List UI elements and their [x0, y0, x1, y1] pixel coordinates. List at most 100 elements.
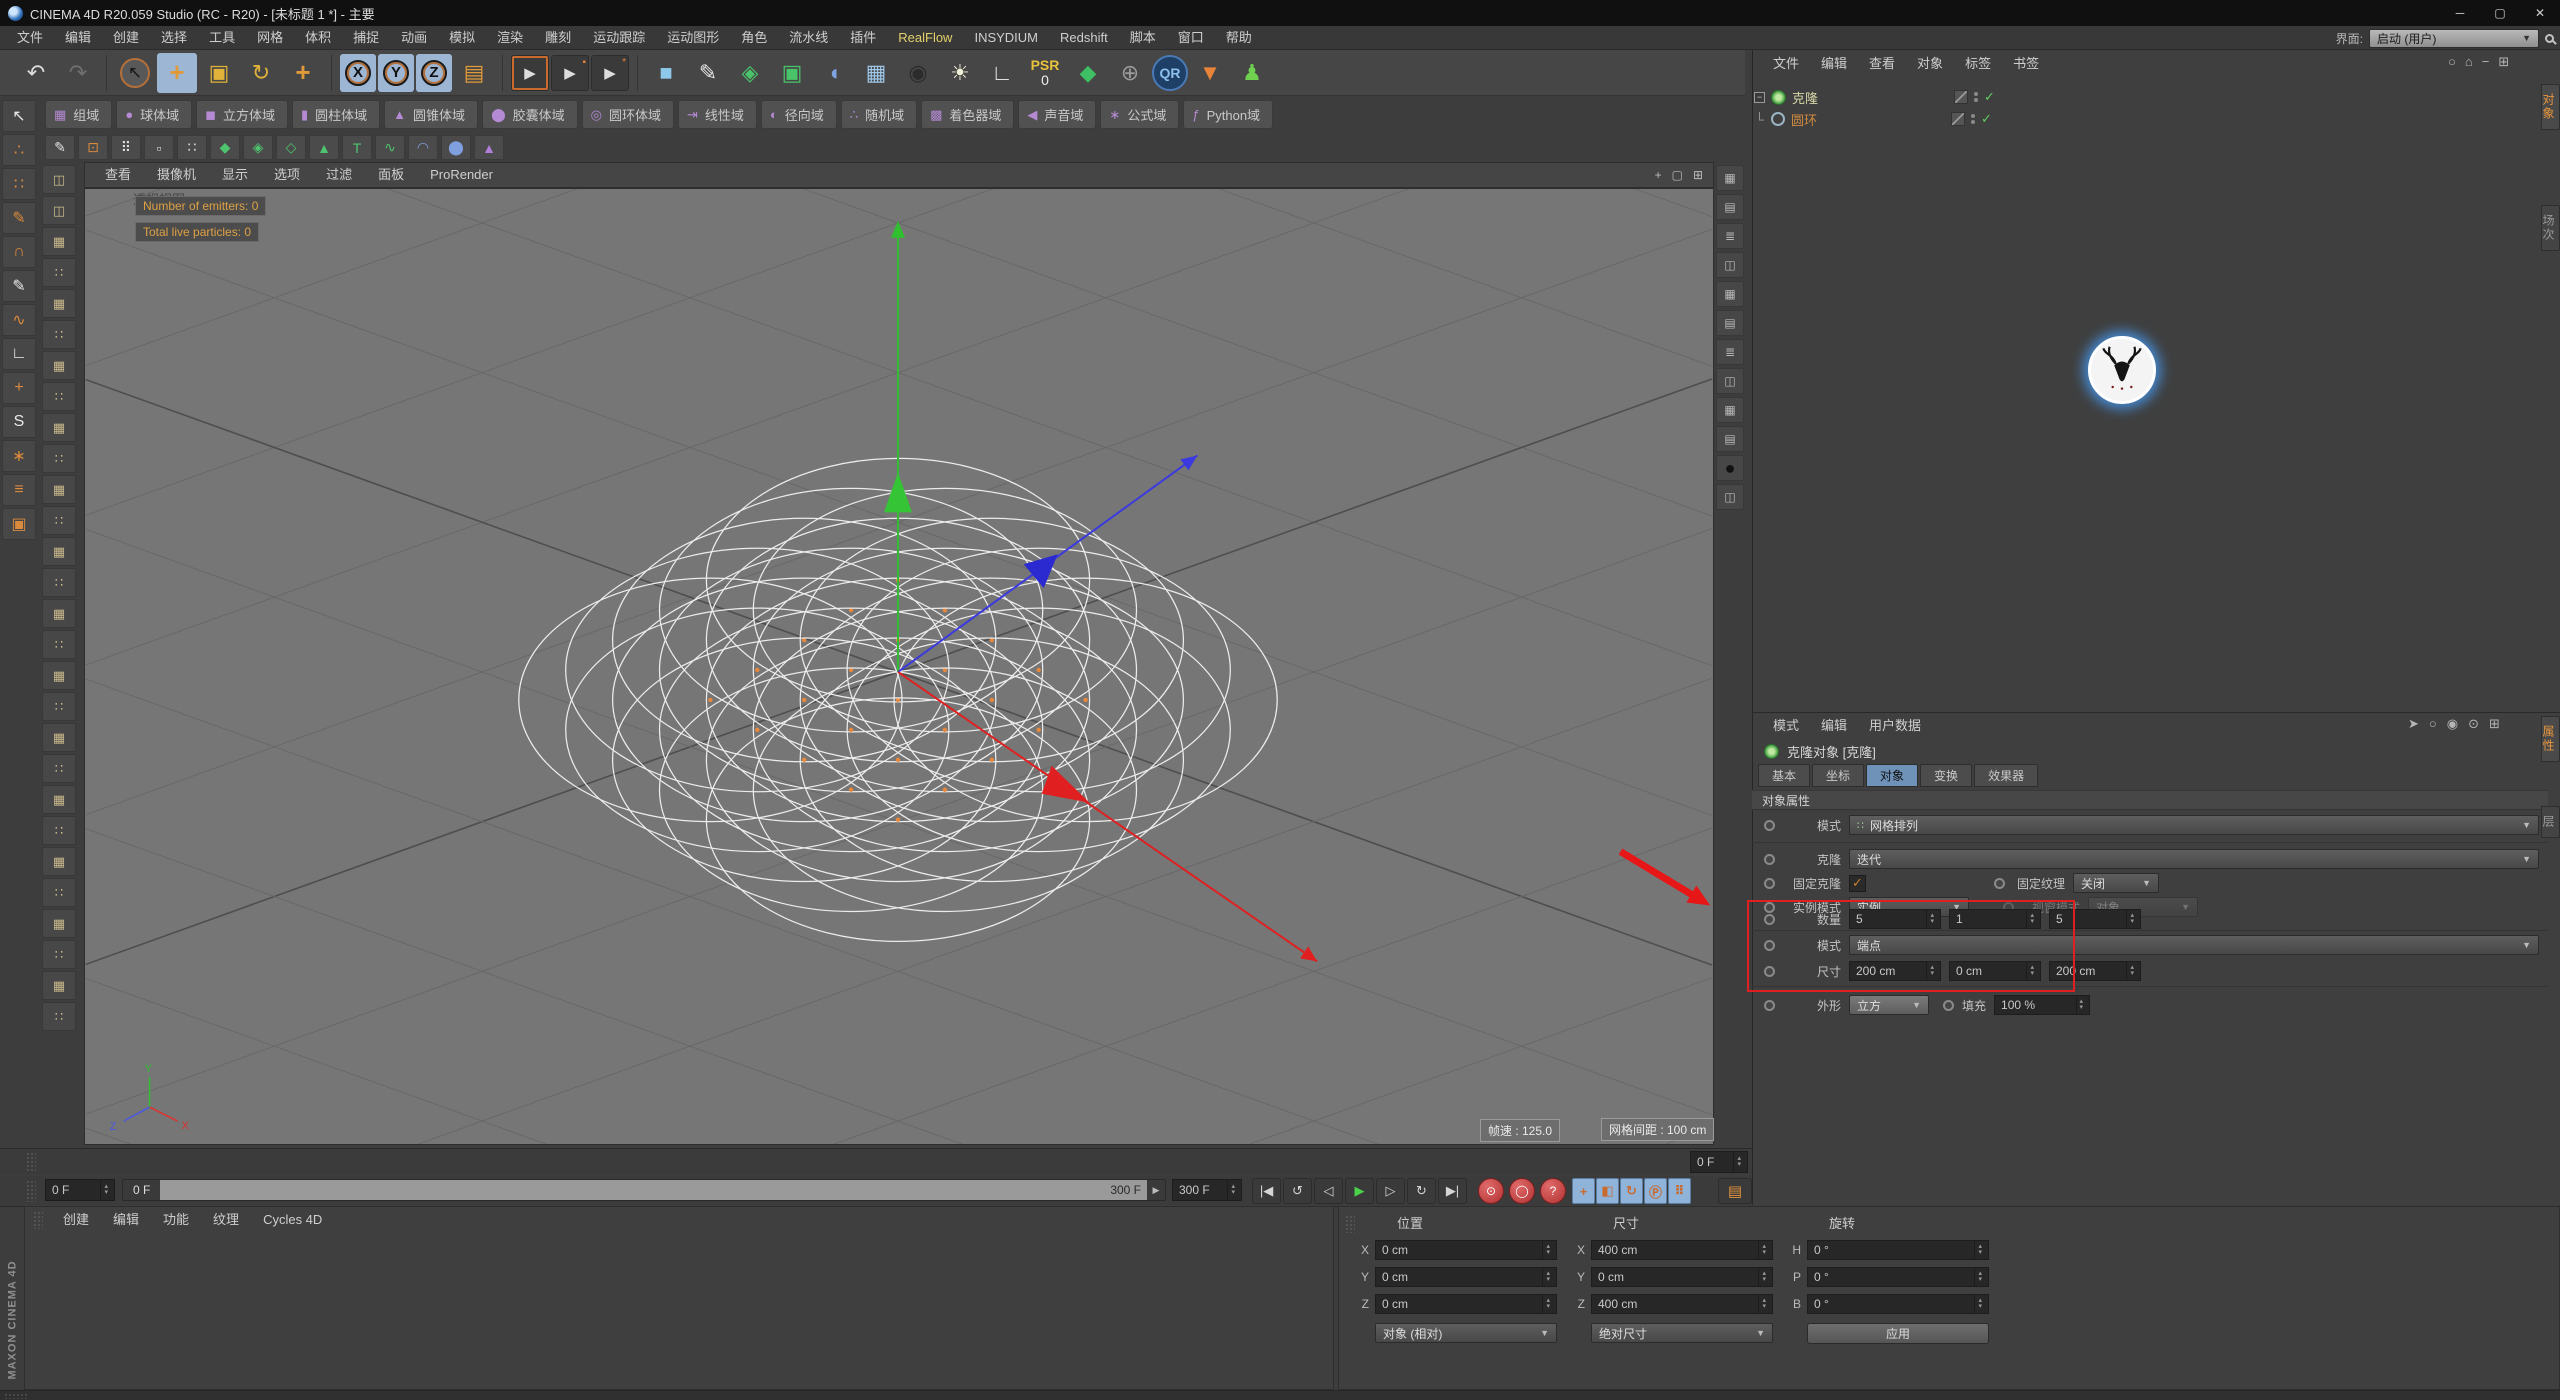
- layer-tag-icon[interactable]: [1954, 90, 1969, 104]
- key-pla-button[interactable]: ⠿: [1668, 1178, 1691, 1204]
- redo-icon[interactable]: ↷: [58, 53, 98, 93]
- stepper-icon[interactable]: ▴ ▾: [2075, 996, 2083, 1014]
- axis-x-lock-icon[interactable]: X: [340, 53, 376, 92]
- fix-clone-checkbox[interactable]: ✓: [1849, 874, 1866, 892]
- field-button-0[interactable]: ▦ 组域: [45, 100, 113, 129]
- coord-field-1-2[interactable]: 400 cm ▴ ▾: [1591, 1294, 1773, 1314]
- coord-mode-dropdown-1[interactable]: 绝对尺寸 ▼: [1591, 1323, 1773, 1343]
- autokeying-button[interactable]: ◯: [1509, 1178, 1535, 1204]
- attribute-tab-变换[interactable]: 变换: [1920, 764, 1973, 787]
- render-picture-viewer-icon[interactable]: ▶ ▪: [551, 54, 589, 91]
- viewport-menu-6[interactable]: ProRender: [418, 163, 505, 187]
- minus-icon[interactable]: −: [2482, 54, 2490, 70]
- menubar-item-10[interactable]: 渲染: [486, 26, 534, 50]
- side-strip-icon-11[interactable]: ◫: [1716, 484, 1744, 510]
- cube-primitive-icon[interactable]: ■: [646, 53, 686, 93]
- visibility-dots-icon[interactable]: [1971, 114, 1976, 124]
- stepper-icon[interactable]: ▴ ▾: [1974, 1295, 1982, 1313]
- menubar-item-2[interactable]: 创建: [102, 26, 150, 50]
- realflow-character-icon[interactable]: ♟: [1232, 53, 1272, 93]
- side-strip-icon-8[interactable]: ▦: [1716, 397, 1744, 423]
- field-button-11[interactable]: ◀ 声音域: [1018, 100, 1097, 129]
- mode-palette-icon-18[interactable]: ▦: [42, 723, 76, 752]
- modeling-tool-icon-0[interactable]: ✎: [45, 135, 75, 160]
- am-menu-0[interactable]: 模式: [1762, 714, 1810, 738]
- modeling-tool-icon-9[interactable]: T: [342, 135, 372, 160]
- axis-z-lock-icon[interactable]: Z: [416, 53, 452, 92]
- modeling-tool-icon-2[interactable]: ⠿: [111, 135, 141, 160]
- modeling-tool-icon-7[interactable]: ◇: [276, 135, 306, 160]
- menubar-item-19[interactable]: Redshift: [1049, 26, 1119, 50]
- move-tool-icon[interactable]: +: [157, 52, 197, 93]
- range-end-arrow-icon[interactable]: ▶: [1147, 1180, 1165, 1200]
- axis-y-lock-icon[interactable]: Y: [378, 53, 414, 92]
- stepper-icon[interactable]: ▴ ▾: [1758, 1268, 1766, 1286]
- modeling-tool-icon-10[interactable]: ∿: [375, 135, 405, 160]
- mode-palette-icon-14[interactable]: ▦: [42, 599, 76, 628]
- coord-field-0-2[interactable]: 0 cm ▴ ▾: [1375, 1294, 1557, 1314]
- drag-handle[interactable]: [33, 1211, 43, 1229]
- goto-end-button[interactable]: ▶|: [1438, 1178, 1467, 1204]
- search-icon[interactable]: ○: [2429, 716, 2437, 732]
- key-position-button[interactable]: +: [1572, 1178, 1595, 1204]
- psr-indicator[interactable]: PSR 0: [1024, 53, 1066, 93]
- box-tool-icon[interactable]: ▣: [2, 508, 36, 540]
- viewport-menu-2[interactable]: 显示: [210, 163, 260, 187]
- side-strip-icon-6[interactable]: ≣: [1716, 339, 1744, 365]
- sculpt-dots-icon[interactable]: ∴: [2, 134, 36, 166]
- panel-divider[interactable]: [1752, 712, 2560, 713]
- menubar-item-3[interactable]: 选择: [150, 26, 198, 50]
- stepper-icon[interactable]: ▴ ▾: [100, 1180, 108, 1200]
- mode-palette-icon-0[interactable]: ◫: [42, 165, 76, 194]
- live-selection-icon[interactable]: ↖: [115, 53, 155, 93]
- array-generator-icon[interactable]: ▣: [772, 53, 812, 93]
- lock-icon[interactable]: ◉: [2447, 716, 2458, 732]
- interface-dropdown[interactable]: 启动 (用户) ▼: [2369, 28, 2539, 48]
- motion-clip-icon[interactable]: ▤: [1718, 1178, 1752, 1204]
- viewport-menu-3[interactable]: 选项: [262, 163, 312, 187]
- pan-view-icon[interactable]: +: [1655, 168, 1662, 182]
- mode-palette-icon-13[interactable]: ∷: [42, 568, 76, 597]
- key-rotation-button[interactable]: ↻: [1620, 1178, 1643, 1204]
- pen-tool-icon[interactable]: ✎: [2, 270, 36, 302]
- menubar-item-0[interactable]: 文件: [6, 26, 54, 50]
- mode-palette-icon-23[interactable]: ∷: [42, 878, 76, 907]
- key-parameter-button[interactable]: Ⓟ: [1644, 1178, 1667, 1204]
- side-strip-icon-4[interactable]: ▦: [1716, 281, 1744, 307]
- field-button-13[interactable]: ƒ Python域: [1183, 100, 1274, 129]
- mode-palette-icon-25[interactable]: ∷: [42, 940, 76, 969]
- menubar-item-12[interactable]: 运动跟踪: [582, 26, 656, 50]
- menubar-item-22[interactable]: 帮助: [1215, 26, 1263, 50]
- floor-environment-icon[interactable]: ▦: [856, 53, 896, 93]
- mode-palette-icon-12[interactable]: ▦: [42, 537, 76, 566]
- mode-palette-icon-11[interactable]: ∷: [42, 506, 76, 535]
- modeling-tool-icon-13[interactable]: ▲: [474, 135, 504, 160]
- field-button-5[interactable]: ⬤ 胶囊体域: [482, 100, 578, 129]
- apply-button[interactable]: 应用: [1807, 1323, 1989, 1344]
- am-menu-1[interactable]: 编辑: [1810, 714, 1858, 738]
- menubar-item-1[interactable]: 编辑: [54, 26, 102, 50]
- stepper-icon[interactable]: ▴ ▾: [1758, 1295, 1766, 1313]
- anim-dot-icon[interactable]: [1764, 877, 1775, 889]
- light-icon[interactable]: ☀: [940, 53, 980, 93]
- menubar-item-21[interactable]: 窗口: [1167, 26, 1215, 50]
- mode-palette-icon-8[interactable]: ▦: [42, 413, 76, 442]
- side-strip-icon-2[interactable]: ≣: [1716, 223, 1744, 249]
- search-icon[interactable]: [2545, 33, 2554, 43]
- stepper-icon[interactable]: ▴ ▾: [2126, 910, 2134, 928]
- coordinate-system-icon[interactable]: ▤: [454, 53, 494, 93]
- coord-field-0-0[interactable]: 0 cm ▴ ▾: [1375, 1240, 1557, 1260]
- mode-palette-icon-2[interactable]: ▦: [42, 227, 76, 256]
- field-button-1[interactable]: ● 球体域: [116, 100, 193, 129]
- mode-palette-icon-5[interactable]: ∷: [42, 320, 76, 349]
- panel-layout-icon[interactable]: ⊞: [1693, 168, 1703, 182]
- side-strip-icon-1[interactable]: ▤: [1716, 194, 1744, 220]
- menubar-item-11[interactable]: 雕刻: [534, 26, 582, 50]
- render-settings-icon[interactable]: ▶ *: [591, 54, 629, 91]
- side-strip-icon-0[interactable]: ▦: [1716, 165, 1744, 191]
- modeling-tool-icon-3[interactable]: ▫: [144, 135, 174, 160]
- mode-palette-icon-7[interactable]: ∷: [42, 382, 76, 411]
- om-menu-5[interactable]: 书签: [2002, 52, 2050, 76]
- magnet-icon[interactable]: ∩: [2, 236, 36, 268]
- current-frame-field[interactable]: 0 F ▴ ▾: [1690, 1151, 1748, 1173]
